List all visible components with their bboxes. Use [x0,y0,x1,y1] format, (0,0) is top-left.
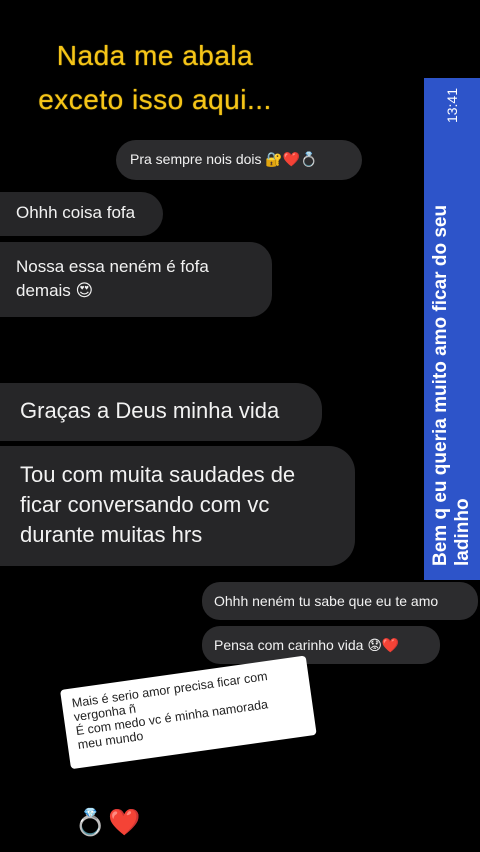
message-bubble[interactable]: Ohhh coisa fofa [0,192,163,236]
emoji-lock-heart-ring: 🔐❤️💍 [265,152,318,168]
message-text: Ohhh neném tu sabe que eu te amo [214,593,439,609]
notification-time: 13:41 [444,88,460,124]
message-text: Graças a Deus minha vida [20,398,280,423]
message-text: Tou com muita saudades de ficar conversa… [20,462,296,547]
message-bubble[interactable]: Pensa com carinho vida 😟❤️ [202,626,440,664]
sticker-note: Mais é serio amor precisa ficar com verg… [60,655,317,770]
ring-heart-emoji: 💍❤️ [74,808,143,838]
notification-screenshot-panel: Bem q eu queria muito amo ficar do seu l… [424,78,480,580]
message-bubble[interactable]: Ohhh neném tu sabe que eu te amo [202,582,478,620]
heart-eyes-emoji: 😍 [75,281,94,301]
message-bubble[interactable]: Nossa essa neném é fofa demais 😍 [0,242,272,317]
message-bubble[interactable]: Graças a Deus minha vida [0,383,322,441]
message-bubble[interactable]: Tou com muita saudades de ficar conversa… [0,446,355,566]
message-text: Pra sempre nois dois [130,151,262,167]
message-bubble[interactable]: Pra sempre nois dois 🔐❤️💍 [116,140,362,180]
title-line-1: Nada me abala [56,40,254,71]
title-line-2: exceto isso aqui... [38,84,272,115]
message-text: Pensa com carinho vida [214,637,364,653]
notification-text: Bem q eu queria muito amo ficar do seu l… [430,204,473,566]
message-text: Ohhh coisa fofa [16,203,136,222]
worried-heart-emoji: 😟❤️ [367,638,400,654]
message-text: Nossa essa neném é fofa demais [16,257,209,300]
